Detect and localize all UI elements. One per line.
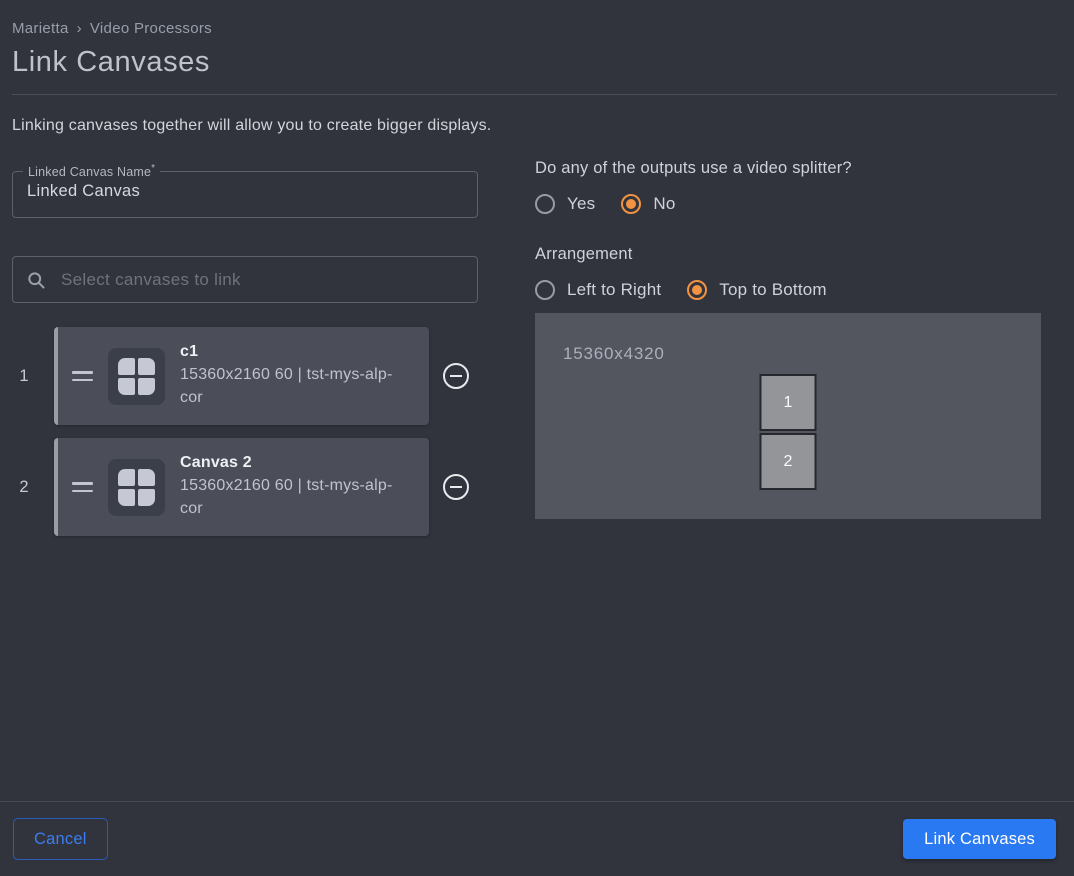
arrangement-radio-group: Left to Right Top to Bottom [535,280,1041,300]
radio-no[interactable] [621,194,641,214]
remove-canvas-icon[interactable] [443,363,469,389]
required-marker: * [151,163,155,174]
canvas-card[interactable]: Canvas 2 15360x2160 60 | tst-mys-alp-cor [54,438,429,536]
canvas-search-input[interactable] [61,270,464,290]
cancel-button[interactable]: Cancel [13,818,108,860]
page-description: Linking canvases together will allow you… [12,117,1062,135]
radio-top-to-bottom[interactable] [687,280,707,300]
canvas-grid-icon [108,459,165,516]
canvas-details: 15360x2160 60 | tst-mys-alp-cor [180,364,412,408]
link-canvases-button[interactable]: Link Canvases [903,819,1056,859]
combined-resolution-label: 15360x4320 [563,344,665,364]
radio-yes-label[interactable]: Yes [567,194,595,214]
canvas-row-2: 2 Canvas 2 15360x2160 60 | tst-mys-alp-c… [12,438,478,536]
remove-canvas-icon[interactable] [443,474,469,500]
preview-tile-2: 2 [760,433,817,490]
radio-yes[interactable] [535,194,555,214]
breadcrumb-separator-icon: › [77,20,82,37]
page-title: Link Canvases [12,46,1062,79]
right-column: Do any of the outputs use a video splitt… [535,159,1041,519]
canvas-card[interactable]: c1 15360x2160 60 | tst-mys-alp-cor [54,327,429,425]
linked-canvas-name-field: Linked Canvas Name* [12,171,478,218]
breadcrumb-video-processors[interactable]: Video Processors [90,20,212,37]
splitter-question-label: Do any of the outputs use a video splitt… [535,159,1041,178]
radio-left-to-right[interactable] [535,280,555,300]
arrangement-label: Arrangement [535,245,1041,264]
linked-canvas-list: 1 c1 15360x2160 60 | tst-mys-alp-cor [12,327,478,536]
content: Linked Canvas Name* 1 [12,159,1062,536]
canvas-details: 15360x2160 60 | tst-mys-alp-cor [180,475,412,519]
canvas-name: Canvas 2 [180,454,412,472]
radio-top-to-bottom-label[interactable]: Top to Bottom [719,280,827,300]
canvas-name: c1 [180,343,412,361]
drag-handle-icon[interactable] [72,482,93,492]
header-divider [12,94,1057,95]
canvas-row-1: 1 c1 15360x2160 60 | tst-mys-alp-cor [12,327,478,425]
canvas-info: c1 15360x2160 60 | tst-mys-alp-cor [180,343,412,408]
arrangement-preview-panel: 15360x4320 1 2 [535,313,1041,519]
radio-no-label[interactable]: No [653,194,675,214]
splitter-radio-group: Yes No [535,194,1041,214]
linked-canvas-name-label: Linked Canvas Name* [23,163,160,179]
canvas-info: Canvas 2 15360x2160 60 | tst-mys-alp-cor [180,454,412,519]
drag-handle-icon[interactable] [72,371,93,381]
left-column: Linked Canvas Name* 1 [12,159,478,536]
canvas-order-number: 2 [12,478,36,497]
canvas-grid-icon [108,348,165,405]
canvas-search-field [12,256,478,303]
preview-tiles: 1 2 [760,374,817,490]
radio-left-to-right-label[interactable]: Left to Right [567,280,661,300]
canvas-order-number: 1 [12,367,36,386]
preview-tile-1: 1 [760,374,817,431]
search-icon [26,270,46,290]
breadcrumb-marietta[interactable]: Marietta [12,20,69,37]
breadcrumb: Marietta › Video Processors [12,20,1062,37]
link-canvases-page: Marietta › Video Processors Link Canvase… [0,0,1074,536]
footer: Cancel Link Canvases [0,801,1074,876]
